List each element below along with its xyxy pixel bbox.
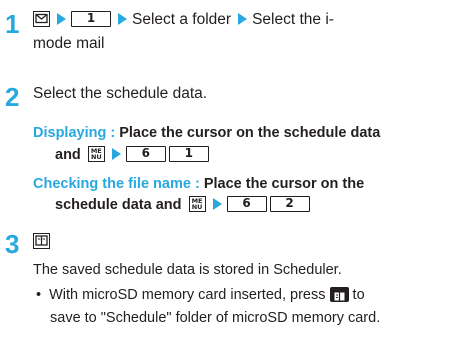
menu-key-icon: ME NU bbox=[87, 146, 105, 163]
key-6: 6 bbox=[226, 196, 267, 213]
sub2-label: Checking the file name : bbox=[33, 176, 200, 192]
step-3-text: The saved schedule data is stored in Sch… bbox=[33, 262, 342, 278]
step-3-bullet-line-1: • With microSD memory card inserted, pre… bbox=[36, 286, 365, 304]
step-2-number: 2 bbox=[5, 82, 20, 112]
mail-envelope-key-icon bbox=[33, 10, 50, 27]
step-2-sub1-line-1: Displaying : Place the cursor on the sch… bbox=[33, 124, 380, 142]
key-1: 1 bbox=[71, 10, 111, 27]
sub1-label: Displaying : bbox=[33, 125, 116, 141]
step-1-line-2: mode mail bbox=[33, 34, 105, 54]
sub1-text-1: Place the cursor on the schedule data bbox=[119, 125, 381, 141]
step-2-sub1-line-2: and ME NU 6 1 bbox=[55, 146, 209, 164]
bullet-text-1: With microSD memory card inserted, press bbox=[49, 287, 326, 303]
arrow-right-icon bbox=[212, 198, 222, 211]
step-1-select-mail-part1: Select the i- bbox=[252, 11, 334, 28]
key-6: 6 bbox=[125, 146, 166, 163]
step-1-select-mail-part2: mode mail bbox=[33, 35, 105, 52]
menu-key-icon: ME NU bbox=[188, 196, 206, 213]
step-2-sub2-line-2: schedule data and ME NU 6 2 bbox=[55, 196, 310, 214]
step-1-line-1: 1 Select a folder Select the i- bbox=[33, 10, 334, 30]
step-3-key-line bbox=[33, 232, 50, 252]
arrow-right-icon bbox=[111, 148, 121, 161]
arrow-right-icon bbox=[238, 12, 248, 25]
phone-book-key-icon bbox=[329, 286, 349, 302]
sub2-text-1: Place the cursor on the bbox=[203, 176, 365, 192]
step-1-number: 1 bbox=[5, 9, 20, 39]
sub2-text-2: schedule data and bbox=[55, 197, 182, 213]
step-2-text: Select the schedule data. bbox=[33, 85, 208, 102]
key-1: 1 bbox=[168, 146, 209, 163]
step-1-select-folder: Select a folder bbox=[132, 11, 232, 28]
step-3-bullet-line-2: save to "Schedule" folder of microSD mem… bbox=[50, 310, 381, 326]
key-2: 2 bbox=[269, 196, 310, 213]
step-2-sub2-line-1: Checking the file name : Place the curso… bbox=[33, 175, 364, 193]
book-key-icon bbox=[33, 232, 50, 249]
arrow-right-icon bbox=[57, 12, 66, 25]
arrow-right-icon bbox=[118, 12, 127, 25]
step-3-number: 3 bbox=[5, 229, 20, 259]
bullet-dot: • bbox=[36, 287, 42, 303]
bullet-text-1b: to bbox=[352, 287, 365, 303]
sub1-text-2: and bbox=[55, 147, 81, 163]
